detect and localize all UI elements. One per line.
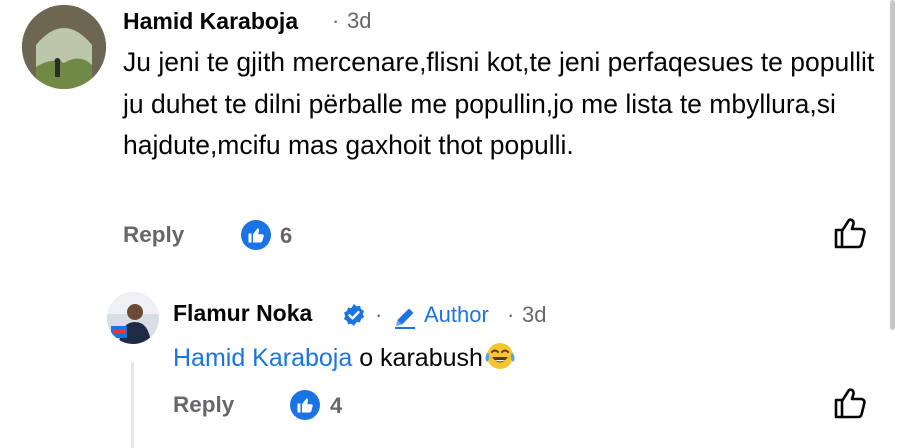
verified-badge-icon bbox=[342, 303, 366, 327]
speaker-photo-icon bbox=[107, 292, 159, 344]
reply-meta-separator-2: · bbox=[507, 302, 515, 327]
thumbs-up-icon bbox=[248, 228, 264, 243]
mention-link[interactable]: Hamid Karaboja bbox=[173, 344, 352, 372]
reply-meta-separator: · bbox=[375, 302, 383, 327]
reply-author-name[interactable]: Flamur Noka bbox=[173, 300, 312, 327]
reply-like-reaction-icon[interactable] bbox=[290, 390, 320, 420]
replier-avatar[interactable] bbox=[107, 292, 159, 344]
tears-of-joy-emoji bbox=[484, 340, 516, 380]
ruins-photo-icon bbox=[22, 5, 106, 89]
reply-like-count: 4 bbox=[330, 393, 343, 418]
comment-like-count: 6 bbox=[280, 223, 293, 248]
reply-timestamp[interactable]: 3d bbox=[522, 302, 546, 328]
reply-body-text: o karabush bbox=[352, 344, 483, 372]
pencil-icon bbox=[392, 304, 418, 330]
reply-body: Hamid Karaboja o karabush bbox=[173, 340, 516, 380]
comment-meta-separator: · bbox=[332, 8, 340, 33]
commenter-avatar[interactable] bbox=[22, 5, 106, 89]
like-reaction-icon[interactable] bbox=[241, 220, 271, 250]
comment-like-button[interactable] bbox=[833, 216, 867, 250]
scrollbar[interactable] bbox=[890, 0, 895, 330]
reply-thread-line bbox=[131, 362, 134, 448]
thumbs-up-outline-icon bbox=[834, 218, 866, 249]
reply-reply-button[interactable]: Reply bbox=[173, 392, 234, 418]
reply-like-button[interactable] bbox=[833, 386, 867, 420]
thumbs-up-outline-icon bbox=[834, 388, 866, 419]
comment-body: Ju jeni te gjith mercenare,flisni kot,te… bbox=[123, 47, 875, 160]
comment-timestamp[interactable]: 3d bbox=[347, 8, 371, 34]
author-badge: Author bbox=[424, 302, 489, 327]
thumbs-up-icon bbox=[297, 398, 313, 413]
comment-reply-button[interactable]: Reply bbox=[123, 222, 184, 248]
comment-author-name[interactable]: Hamid Karaboja bbox=[123, 8, 298, 35]
